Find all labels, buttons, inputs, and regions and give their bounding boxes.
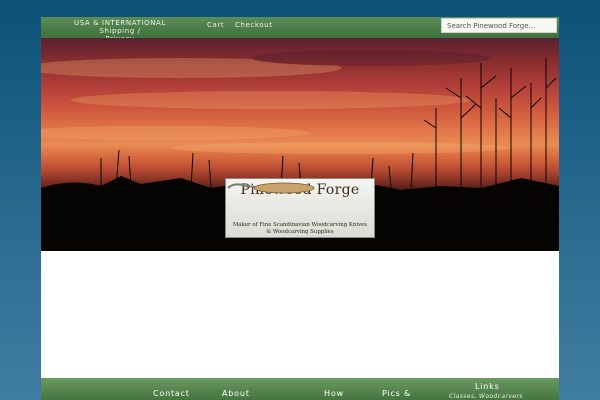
page: { "topnav": { "shipping_line1": "USA & I… [0, 0, 600, 400]
logo-tagline: Maker of Fine Scandinavian Woodcarving K… [230, 222, 370, 236]
top-navigation-bar: USA & INTERNATIONAL Shipping / Privacy C… [41, 17, 559, 43]
header-banner-image: Pinewood Forge Maker of Fine Scandinavia… [41, 38, 559, 251]
search-input[interactable] [441, 18, 557, 33]
bottom-navigation-bar: Contact About How Pics & Links Classes, … [41, 378, 559, 400]
links-subtitle: Classes, Woodcarvers [449, 393, 523, 400]
how-link[interactable]: How [324, 389, 344, 398]
checkout-link[interactable]: Checkout [235, 21, 273, 29]
site-container: USA & INTERNATIONAL Shipping / Privacy C… [41, 17, 559, 400]
pics-link[interactable]: Pics & [382, 389, 411, 398]
links-link[interactable]: Links [475, 382, 500, 391]
main-content-area [41, 251, 559, 378]
contact-link[interactable]: Contact [153, 389, 190, 398]
site-logo[interactable]: Pinewood Forge Maker of Fine Scandinavia… [225, 178, 375, 238]
knife-icon [227, 182, 315, 194]
about-link[interactable]: About [222, 389, 250, 398]
shipping-link-line1: USA & INTERNATIONAL Shipping / [74, 19, 166, 35]
logo-tagline-line2: & Woodcarving Supplies [266, 229, 334, 235]
cart-link[interactable]: Cart [207, 21, 224, 29]
logo-tagline-line1: Maker of Fine Scandinavian Woodcarving K… [232, 222, 368, 228]
